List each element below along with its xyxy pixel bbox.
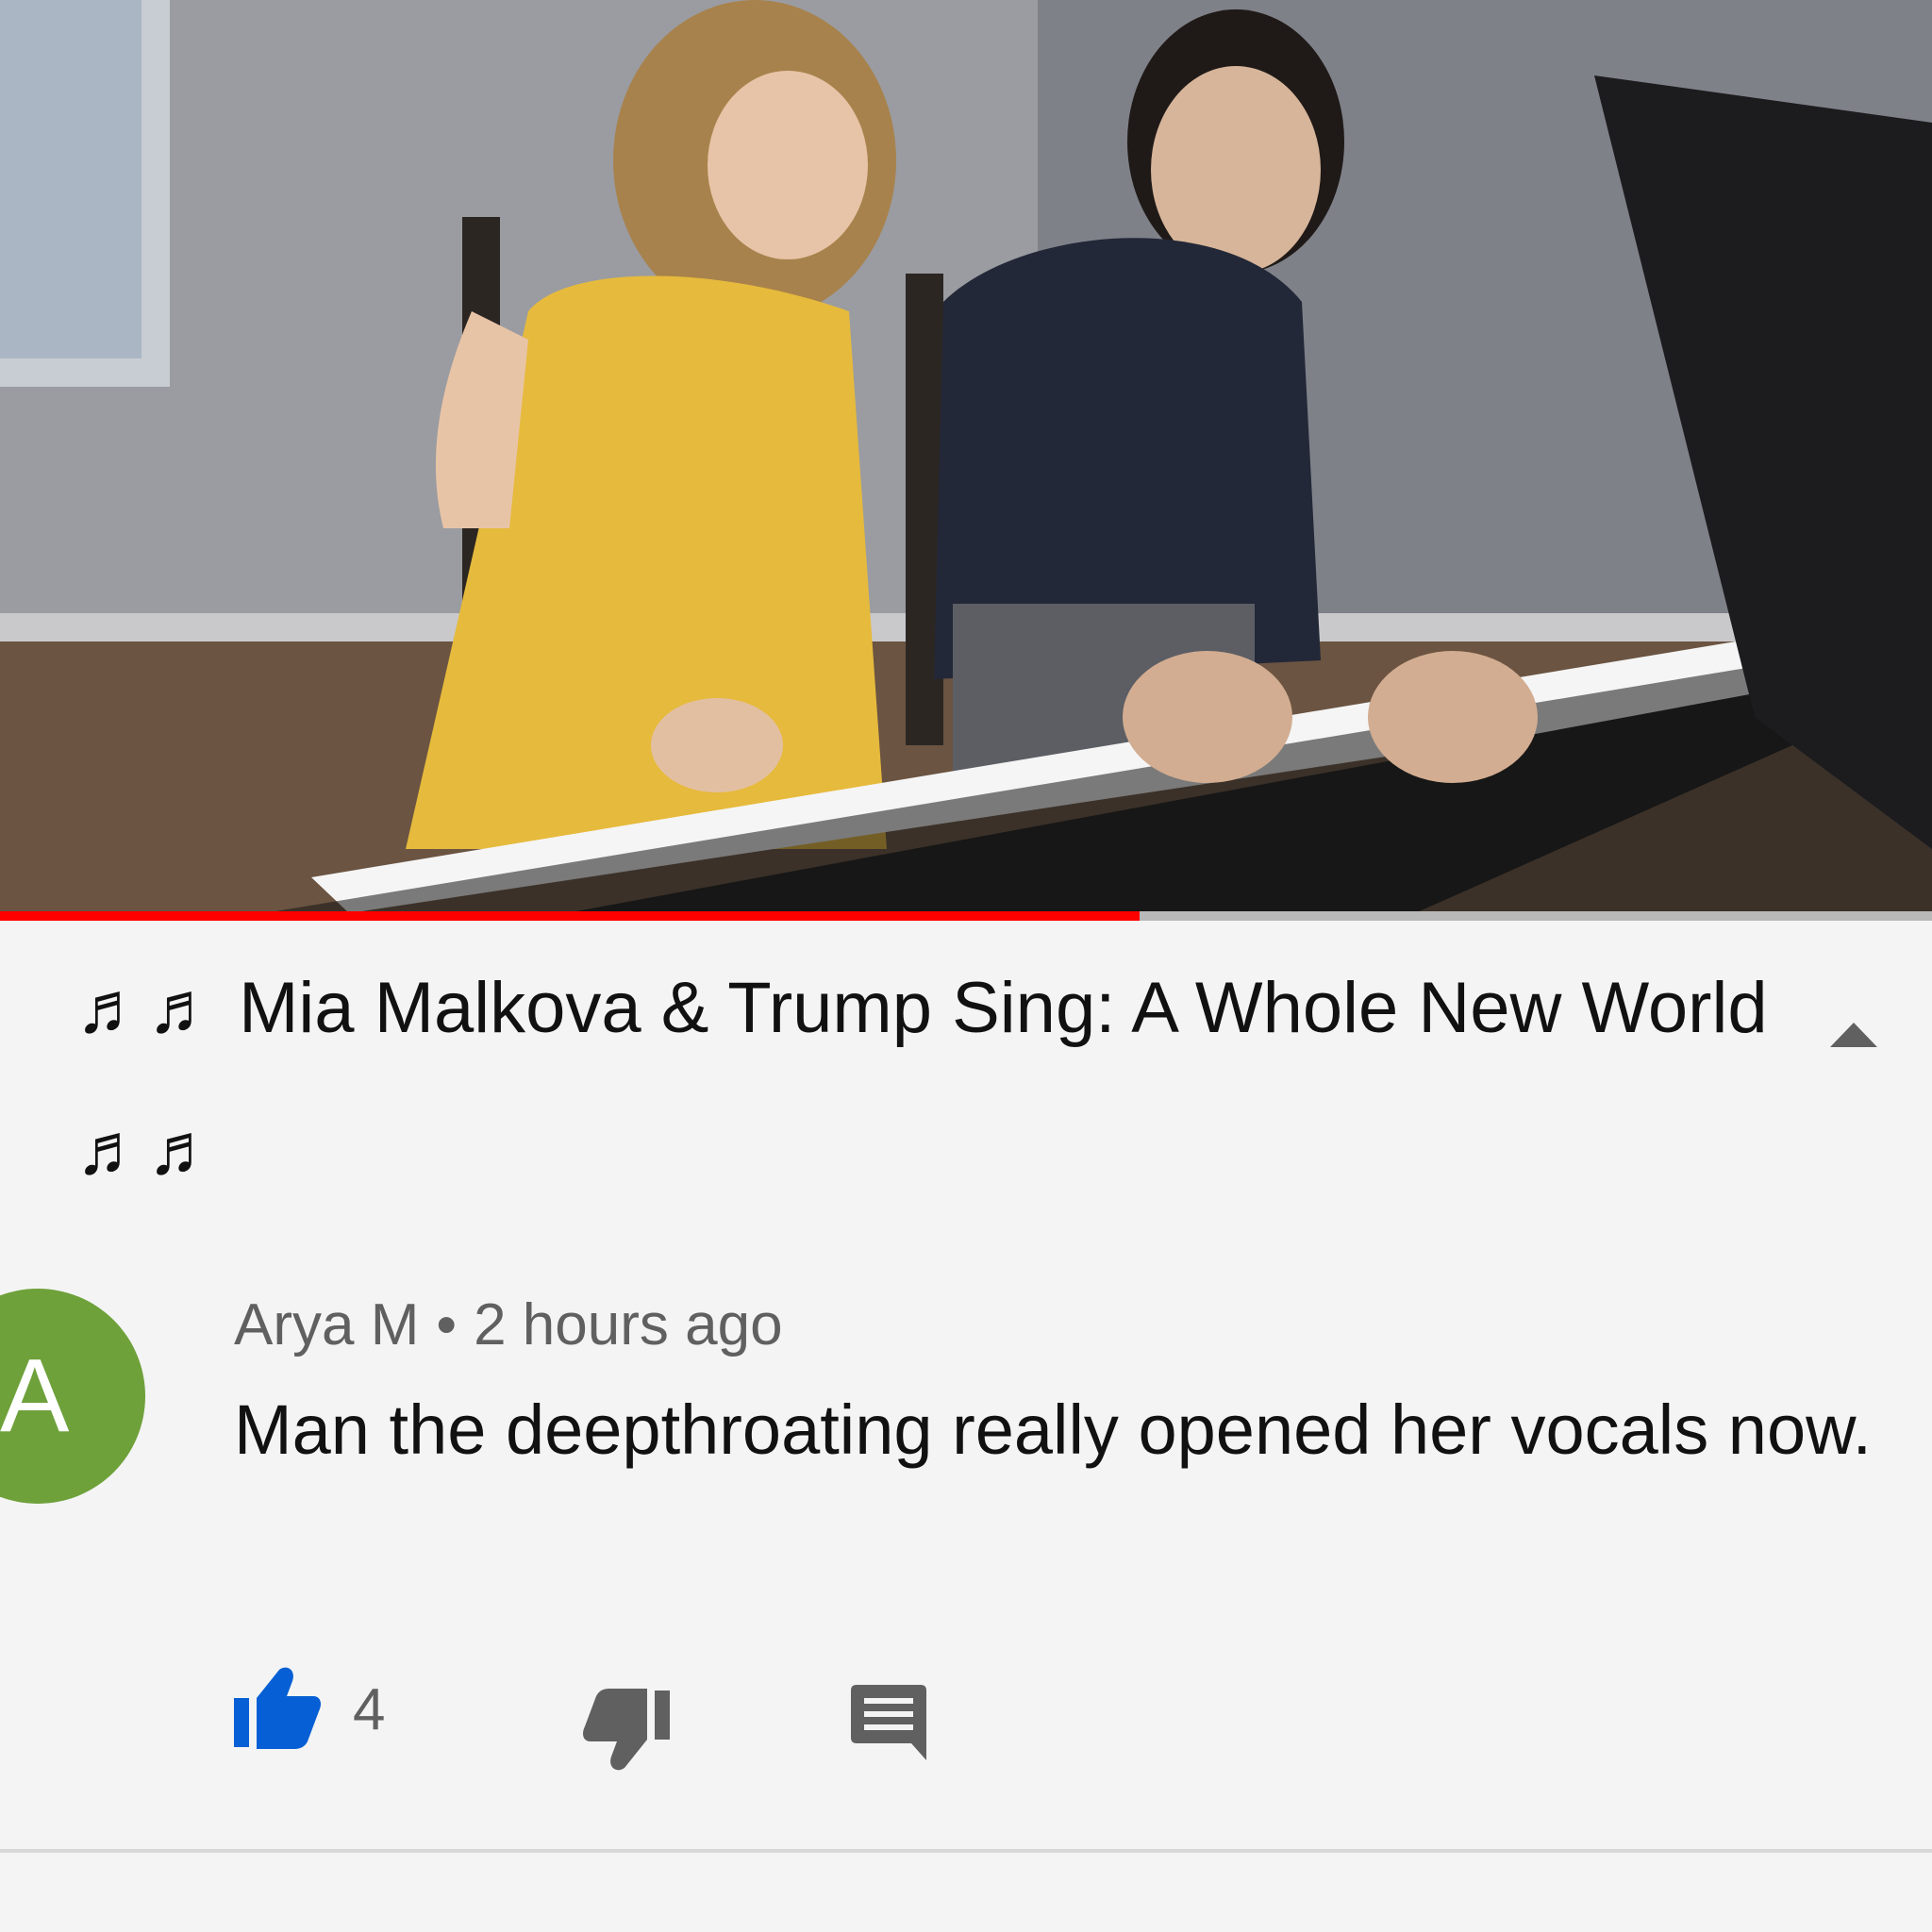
chevron-up-icon[interactable] bbox=[1830, 1021, 1877, 1049]
avatar-letter: A bbox=[0, 1338, 70, 1454]
thumbs-down-icon[interactable] bbox=[583, 1689, 670, 1772]
video-frame-image bbox=[0, 0, 1932, 913]
divider bbox=[0, 1849, 1932, 1853]
video-progress-bar[interactable] bbox=[0, 911, 1932, 921]
thumbs-up-icon[interactable] bbox=[234, 1666, 321, 1749]
video-player[interactable] bbox=[0, 0, 1932, 913]
like-count: 4 bbox=[353, 1677, 386, 1742]
comment-icon[interactable] bbox=[851, 1685, 926, 1760]
comment-author[interactable]: Arya M bbox=[234, 1292, 419, 1357]
video-title: ♬♬ Mia Malkova & Trump Sing: A Whole New… bbox=[75, 968, 1768, 1190]
comment-actions: 4 bbox=[234, 1660, 1177, 1771]
comment-time: 2 hours ago bbox=[474, 1292, 783, 1357]
comment-text: Man the deepthroating really opened her … bbox=[234, 1391, 1873, 1469]
avatar[interactable]: A bbox=[0, 1289, 145, 1504]
video-progress-played bbox=[0, 911, 1141, 921]
comment-meta: Arya M • 2 hours ago bbox=[234, 1283, 783, 1368]
meta-separator: • bbox=[436, 1292, 458, 1357]
